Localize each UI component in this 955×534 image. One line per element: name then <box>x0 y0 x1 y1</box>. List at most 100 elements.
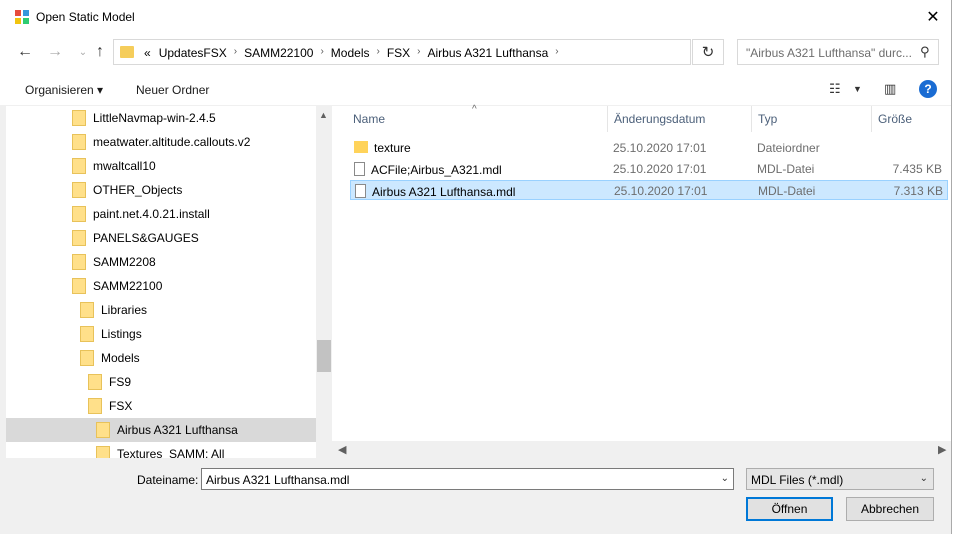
forward-arrow-icon[interactable]: → <box>46 43 64 61</box>
chevron-right-icon[interactable]: › <box>414 46 423 60</box>
breadcrumb-item[interactable]: FSX <box>383 46 414 60</box>
tree-item[interactable]: Listings <box>6 322 316 346</box>
tree-item-label: Airbus A321 Lufthansa <box>117 423 238 437</box>
navigation-tree: LittleNavmap-win-2.4.5 meatwater.altitude… <box>6 106 316 458</box>
address-bar[interactable]: « UpdatesFSX › SAMM22100 › Models › FSX … <box>113 39 781 65</box>
scrollbar-thumb[interactable] <box>317 340 331 372</box>
file-type: MDL-Datei <box>757 162 815 176</box>
new-folder-button[interactable]: Neuer Ordner <box>136 83 209 97</box>
breadcrumb-item[interactable]: Models <box>327 46 374 60</box>
tree-item[interactable]: LittleNavmap-win-2.4.5 <box>6 106 316 130</box>
breadcrumb-overflow[interactable]: « <box>140 46 155 60</box>
folder-icon <box>96 446 110 458</box>
search-icon: ⚲ <box>920 44 930 59</box>
file-date: 25.10.2020 17:01 <box>614 184 708 198</box>
file-size: 7.435 KB <box>892 162 942 176</box>
file-name-text: texture <box>374 141 411 155</box>
tree-item[interactable]: Libraries <box>6 298 316 322</box>
chevron-right-icon[interactable]: › <box>231 46 240 60</box>
help-icon[interactable]: ? <box>919 80 937 98</box>
tree-item[interactable]: SAMM2208 <box>6 250 316 274</box>
open-file-dialog: Open Static Model ✕ ← → ⌄ ↑ « UpdatesFSX… <box>0 0 955 534</box>
filetype-select[interactable]: MDL Files (*.mdl) ⌄ <box>746 468 934 490</box>
folder-icon <box>120 46 134 58</box>
tree-item-label: meatwater.altitude.callouts.v2 <box>93 135 251 149</box>
tree-item-label: OTHER_Objects <box>93 183 183 197</box>
file-row[interactable]: texture 25.10.2020 17:01 Dateiordner <box>350 138 948 158</box>
folder-icon <box>72 254 86 270</box>
tree-item[interactable]: meatwater.altitude.callouts.v2 <box>6 130 316 154</box>
tree-item[interactable]: FSX <box>6 394 316 418</box>
folder-icon <box>354 141 368 153</box>
tree-item[interactable]: Airbus A321 Lufthansa <box>6 418 316 442</box>
chevron-down-icon[interactable]: ▼ <box>853 84 862 94</box>
preview-pane-icon[interactable]: ▥ <box>884 81 896 97</box>
tree-item[interactable]: FS9 <box>6 370 316 394</box>
file-list: ^ Name Änderungsdatum Typ Größe texture 2… <box>332 104 951 458</box>
up-arrow-icon[interactable]: ↑ <box>91 43 109 61</box>
tree-item-label: Textures_SAMM: All <box>117 447 225 458</box>
folder-icon <box>80 350 94 366</box>
folder-icon <box>72 206 86 222</box>
filename-field[interactable]: Airbus A321 Lufthansa.mdl ⌄ <box>201 468 734 490</box>
tree-item-label: paint.net.4.0.21.install <box>93 207 210 221</box>
chevron-right-icon[interactable]: › <box>373 46 382 60</box>
column-header-name[interactable]: Name <box>347 106 385 132</box>
view-options-icon[interactable]: ☷ <box>829 81 841 97</box>
file-row[interactable]: ACFile;Airbus_A321.mdl 25.10.2020 17:01 MD… <box>350 159 948 179</box>
tree-item[interactable]: PANELS&GAUGES <box>6 226 316 250</box>
recent-dropdown-icon[interactable]: ⌄ <box>74 47 92 58</box>
tree-item[interactable]: mwaltcall10 <box>6 154 316 178</box>
close-button[interactable]: ✕ <box>918 4 948 30</box>
tree-item-label: mwaltcall10 <box>93 159 156 173</box>
refresh-icon: ↻ <box>701 44 715 61</box>
tree-item-label: FSX <box>109 399 133 413</box>
search-input[interactable]: "Airbus A321 Lufthansa" durc... ⚲ <box>737 39 939 65</box>
refresh-button[interactable]: ↻ <box>692 39 724 65</box>
tree-item[interactable]: OTHER_Objects <box>6 178 316 202</box>
breadcrumb-item[interactable]: Airbus A321 Lufthansa <box>424 46 553 60</box>
tree-item[interactable]: Textures_SAMM: All <box>6 442 316 458</box>
tree-scrollbar[interactable]: ▲ <box>316 106 332 458</box>
tree-item-label: PANELS&GAUGES <box>93 231 199 245</box>
file-row[interactable]: Airbus A321 Lufthansa.mdl 25.10.2020 17:0… <box>350 180 948 200</box>
folder-icon <box>88 398 102 414</box>
file-date: 25.10.2020 17:01 <box>613 162 707 176</box>
file-icon <box>354 162 365 176</box>
scroll-right-icon[interactable]: ▶ <box>938 443 946 456</box>
column-header-type[interactable]: Typ <box>752 106 777 132</box>
background-window-edge <box>951 0 955 534</box>
organize-button[interactable]: Organisieren ▾ <box>25 83 103 97</box>
chevron-down-icon[interactable]: ⌄ <box>721 473 729 484</box>
breadcrumb-item[interactable]: UpdatesFSX <box>155 46 231 60</box>
folder-icon <box>80 326 94 342</box>
back-arrow-icon[interactable]: ← <box>16 43 34 61</box>
open-button[interactable]: Öffnen <box>746 497 833 521</box>
chevron-right-icon[interactable]: › <box>552 46 561 60</box>
folder-icon <box>80 302 94 318</box>
tree-item[interactable]: paint.net.4.0.21.install <box>6 202 316 226</box>
folder-icon <box>72 182 86 198</box>
folder-icon <box>72 134 86 150</box>
command-bar: Organisieren ▾ Neuer Ordner ☷ ▼ ▥ ? <box>0 72 951 106</box>
folder-icon <box>72 158 86 174</box>
app-icon <box>15 10 29 24</box>
navigation-bar: ← → ⌄ ↑ « UpdatesFSX › SAMM22100 › Model… <box>0 34 951 72</box>
column-header-date[interactable]: Änderungsdatum <box>608 106 705 132</box>
title-bar: Open Static Model ✕ <box>0 0 951 34</box>
scroll-left-icon[interactable]: ◀ <box>338 443 346 456</box>
folder-icon <box>72 278 86 294</box>
chevron-down-icon: ⌄ <box>919 473 928 484</box>
chevron-right-icon[interactable]: › <box>317 46 326 60</box>
file-date: 25.10.2020 17:01 <box>613 141 707 155</box>
horizontal-scrollbar[interactable]: ◀ ▶ <box>332 441 951 458</box>
folder-icon <box>88 374 102 390</box>
column-header-size[interactable]: Größe <box>872 106 912 132</box>
file-name: ACFile;Airbus_A321.mdl <box>354 162 502 177</box>
breadcrumb-item[interactable]: SAMM22100 <box>240 46 317 60</box>
tree-item[interactable]: SAMM22100 <box>6 274 316 298</box>
cancel-button[interactable]: Abbrechen <box>846 497 934 521</box>
tree-item[interactable]: Models <box>6 346 316 370</box>
tree-item-label: FS9 <box>109 375 132 389</box>
scroll-up-icon[interactable]: ▲ <box>319 110 328 120</box>
